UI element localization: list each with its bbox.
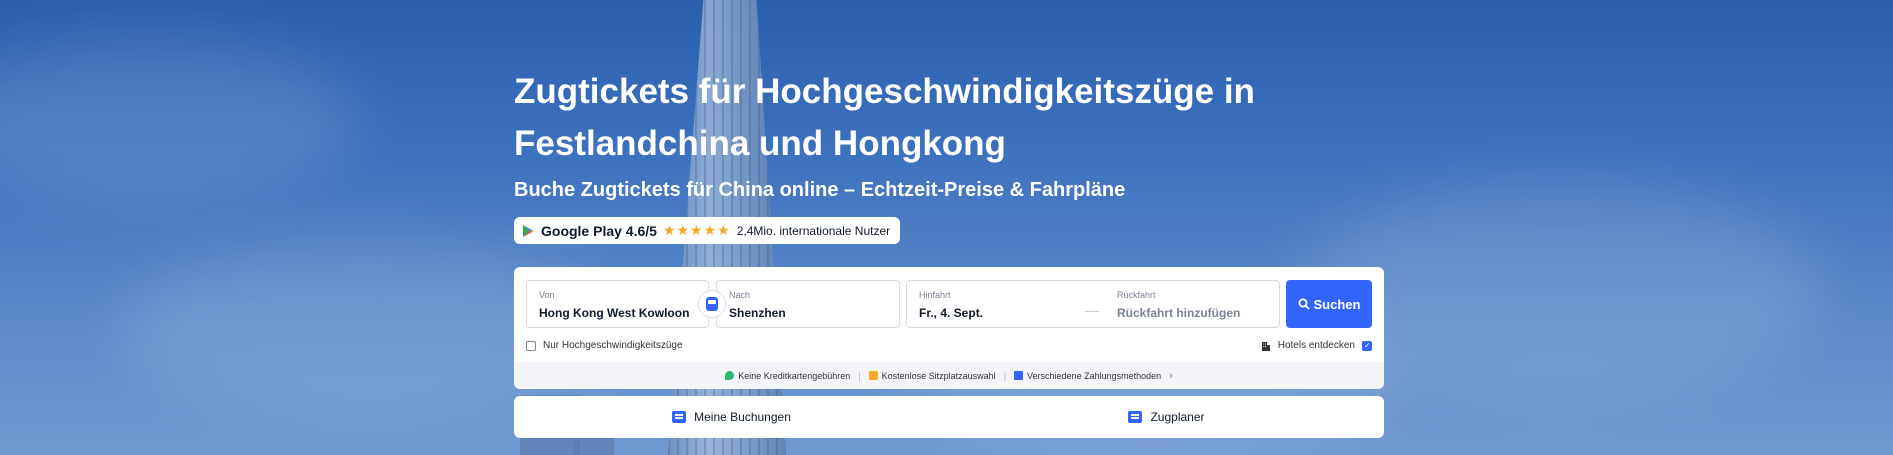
google-play-icon	[523, 224, 534, 237]
high-speed-checkbox[interactable]	[526, 340, 536, 351]
high-speed-filter[interactable]: Nur Hochgeschwindigkeitszüge	[526, 340, 683, 351]
perk-label: Verschiedene Zahlungsmethoden	[1027, 370, 1162, 381]
to-value: Shenzhen	[729, 306, 786, 320]
ticket-icon	[1128, 411, 1143, 423]
depart-label: Hinfahrt	[919, 290, 951, 300]
date-field: Hinfahrt Fr., 4. Sept. Rückfahrt Rückfah…	[906, 280, 1280, 328]
perk-item: Kostenlose Sitzplatzauswahl	[868, 370, 996, 381]
high-speed-label: Nur Hochgeschwindigkeitszüge	[543, 340, 683, 351]
to-field[interactable]: Nach Shenzhen	[716, 280, 900, 328]
quick-links: Meine Buchungen Zugplaner	[514, 396, 1384, 438]
hotels-label: Hotels entdecken	[1277, 340, 1355, 351]
search-form: Von Hong Kong West Kowloon Nach Shenzhen…	[514, 267, 1384, 389]
swap-stations-button[interactable]	[698, 290, 726, 318]
my-bookings-link[interactable]: Meine Buchungen	[514, 410, 949, 424]
star-rating-icon: ★★★★★	[662, 222, 731, 238]
rating-store: Google Play 4.6/5	[541, 222, 657, 239]
train-planner-link[interactable]: Zugplaner	[949, 410, 1384, 424]
bookings-icon	[672, 411, 687, 423]
from-label: Von	[539, 290, 555, 300]
date-divider	[1085, 311, 1099, 312]
page-subtitle: Buche Zugtickets für China online – Echt…	[514, 179, 1126, 201]
divider: |	[1003, 370, 1007, 381]
seat-icon	[868, 371, 878, 380]
user-count: 2,4Mio. internationale Nutzer	[736, 223, 891, 238]
app-rating-badge[interactable]: Google Play 4.6/5 ★★★★★ 2,4Mio. internat…	[514, 217, 900, 244]
search-button[interactable]: Suchen	[1286, 280, 1372, 328]
perks-bar[interactable]: Keine Kreditkartengebühren | Kostenlose …	[514, 362, 1384, 389]
bookings-label: Meine Buchungen	[694, 410, 791, 424]
depart-value: Fr., 4. Sept.	[919, 306, 984, 320]
hotel-icon	[1261, 341, 1270, 351]
perk-item: Verschiedene Zahlungsmethoden	[1014, 371, 1161, 381]
depart-date[interactable]: Hinfahrt Fr., 4. Sept.	[919, 290, 983, 320]
divider: |	[858, 370, 861, 381]
from-value: Hong Kong West Kowloon	[539, 306, 690, 320]
return-value: Rückfahrt hinzufügen	[1117, 306, 1241, 320]
search-button-label: Suchen	[1313, 296, 1361, 312]
page-title: Zugtickets für Hochgeschwindigkeitszüge …	[514, 72, 1255, 163]
perk-label: Keine Kreditkartengebühren	[738, 370, 851, 381]
return-label: Rückfahrt	[1117, 290, 1156, 300]
search-icon	[1298, 298, 1310, 310]
hotels-checkbox[interactable]	[1362, 340, 1372, 351]
to-label: Nach	[729, 290, 751, 300]
hotels-toggle[interactable]: Hotels entdecken	[1261, 340, 1372, 351]
from-field[interactable]: Von Hong Kong West Kowloon	[526, 280, 709, 328]
planner-label: Zugplaner	[1150, 410, 1205, 424]
chevron-right-icon: ›	[1169, 369, 1173, 382]
shield-check-icon	[725, 371, 735, 380]
train-icon	[706, 297, 718, 311]
perk-item: Keine Kreditkartengebühren	[725, 371, 850, 381]
return-date[interactable]: Rückfahrt Rückfahrt hinzufügen	[1117, 290, 1240, 320]
payment-icon	[1014, 371, 1024, 380]
perk-label: Kostenlose Sitzplatzauswahl	[881, 370, 996, 381]
